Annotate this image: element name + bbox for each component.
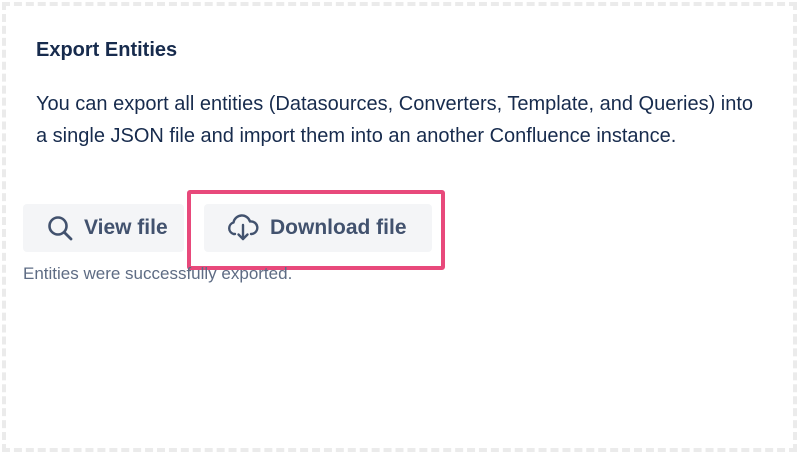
view-file-label: View file xyxy=(84,216,168,239)
export-entities-panel: Export Entities You can export all entit… xyxy=(6,6,793,448)
panel-title: Export Entities xyxy=(36,39,178,61)
view-file-button[interactable]: View file xyxy=(23,204,184,252)
cloud-download-icon xyxy=(226,214,260,242)
panel-description: You can export all entities (Datasources… xyxy=(36,93,754,147)
download-file-button[interactable]: Download file xyxy=(204,204,432,252)
export-status-message: Entities were successfully exported. xyxy=(23,264,293,283)
search-icon xyxy=(46,214,74,242)
download-file-label: Download file xyxy=(270,216,407,239)
